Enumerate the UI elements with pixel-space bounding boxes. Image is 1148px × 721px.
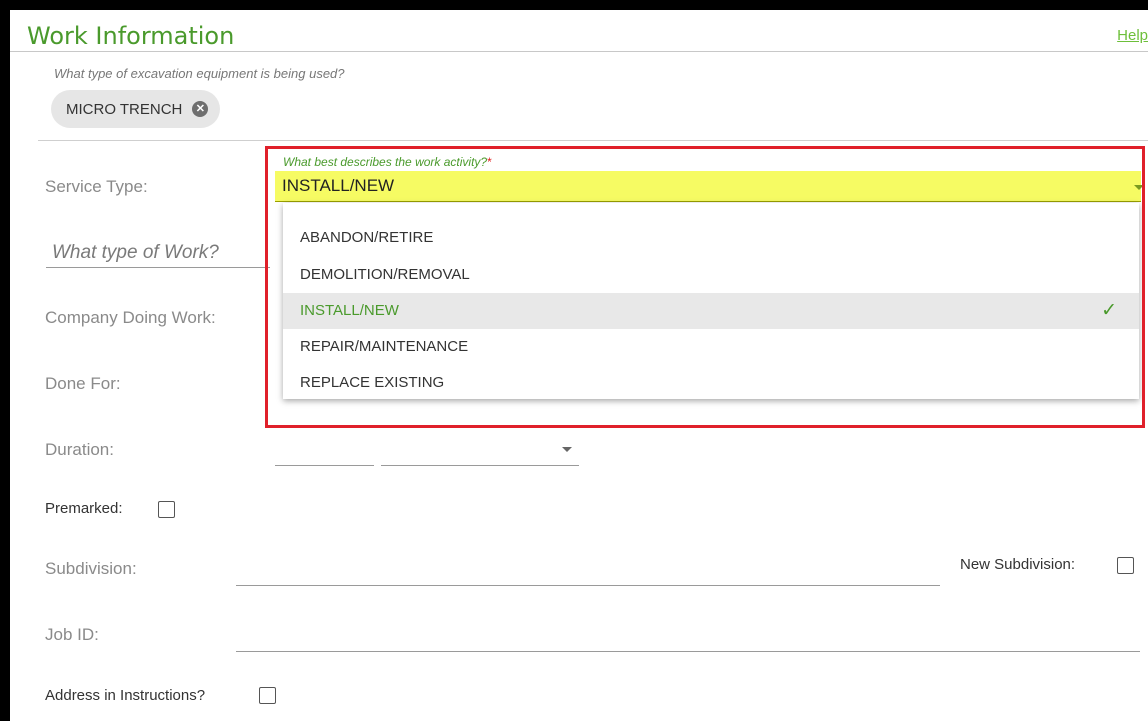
premarked-label: Premarked: bbox=[45, 500, 123, 517]
chip-label: MICRO TRENCH bbox=[66, 100, 183, 118]
subdivision-label: Subdivision: bbox=[45, 559, 137, 578]
address-in-instructions-checkbox[interactable] bbox=[259, 687, 276, 704]
service-type-label: Service Type: bbox=[45, 177, 148, 196]
section-divider bbox=[38, 140, 1148, 141]
subdivision-input[interactable] bbox=[236, 585, 940, 586]
done-for-label: Done For: bbox=[45, 374, 121, 393]
new-subdivision-checkbox[interactable] bbox=[1117, 557, 1134, 574]
header-divider bbox=[10, 51, 1148, 52]
equipment-chip[interactable]: MICRO TRENCH ✕ bbox=[51, 90, 221, 128]
duration-amount-input[interactable] bbox=[275, 465, 374, 466]
job-id-label: Job ID: bbox=[45, 625, 99, 644]
work-type-input[interactable]: What type of Work? bbox=[52, 242, 219, 264]
job-id-input[interactable] bbox=[236, 651, 1140, 652]
duration-unit-select[interactable] bbox=[381, 465, 579, 466]
chevron-down-icon[interactable] bbox=[562, 447, 572, 452]
help-link[interactable]: Help bbox=[1117, 27, 1148, 44]
annotation-highlight-box bbox=[265, 146, 1145, 428]
new-subdivision-label: New Subdivision: bbox=[960, 556, 1076, 573]
work-information-panel: Work Information Help What type of excav… bbox=[10, 10, 1148, 721]
work-type-underline bbox=[46, 267, 270, 268]
equipment-question: What type of excavation equipment is bei… bbox=[54, 66, 345, 81]
address-in-instructions-label: Address in Instructions? bbox=[45, 687, 206, 704]
company-label: Company Doing Work: bbox=[45, 308, 216, 327]
premarked-checkbox[interactable] bbox=[158, 501, 175, 518]
duration-label: Duration: bbox=[45, 440, 114, 459]
section-title: Work Information bbox=[27, 22, 235, 50]
remove-chip-icon[interactable]: ✕ bbox=[192, 101, 209, 117]
